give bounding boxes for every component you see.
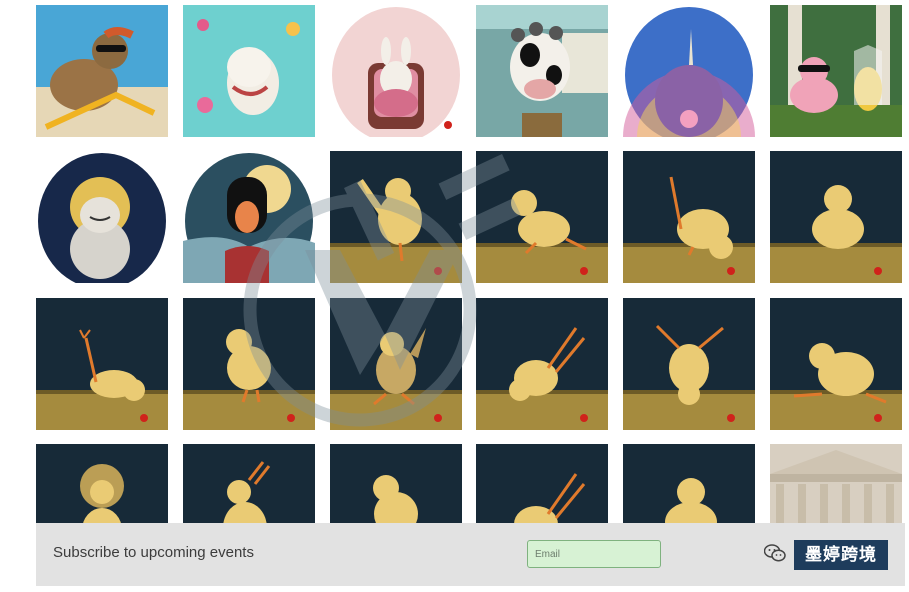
artwork-image	[623, 5, 755, 137]
artwork-image	[183, 151, 315, 283]
brand-badge: 墨婷跨境	[794, 540, 888, 570]
artwork-image	[770, 298, 902, 430]
subscribe-label: Subscribe to upcoming events	[53, 544, 254, 561]
artwork-image	[476, 151, 608, 283]
artwork-image	[330, 298, 462, 430]
artwork-image	[476, 5, 608, 137]
gallery-tile-cow-curlers[interactable]	[476, 5, 608, 137]
gallery-tile-chick-pose-3[interactable]	[623, 151, 755, 283]
image-gallery	[0, 0, 909, 592]
gallery-tile-duck-girl-moon[interactable]	[183, 151, 315, 283]
gallery-tile-chick-pose-5[interactable]	[36, 298, 168, 430]
artwork-image	[36, 5, 168, 137]
artwork-image	[330, 5, 462, 137]
gallery-tile-chick-pose-10[interactable]	[770, 298, 902, 430]
gallery-tile-chick-pose-6[interactable]	[183, 298, 315, 430]
subscribe-bar: Subscribe to upcoming events 墨婷跨境	[36, 523, 905, 586]
artwork-image	[770, 5, 902, 137]
artwork-image	[183, 5, 315, 137]
gallery-tile-seal-halo[interactable]	[36, 151, 168, 283]
email-field[interactable]	[527, 540, 661, 568]
gallery-tile-narwhal-rainbow[interactable]	[623, 5, 755, 137]
artwork-image	[36, 298, 168, 430]
gallery-tile-chick-pose-1[interactable]	[330, 151, 462, 283]
gallery-tile-chick-pose-8[interactable]	[476, 298, 608, 430]
wechat-icon	[764, 544, 786, 562]
gallery-tile-chick-pose-7[interactable]	[330, 298, 462, 430]
artwork-image	[623, 151, 755, 283]
artwork-image	[183, 298, 315, 430]
gallery-tile-chick-pose-2[interactable]	[476, 151, 608, 283]
artwork-image	[623, 298, 755, 430]
gallery-tile-seal-sunbathing[interactable]	[36, 5, 168, 137]
gallery-tile-bunny-chair[interactable]	[330, 5, 462, 137]
gallery-tile-pig-and-chick[interactable]	[770, 5, 902, 137]
gallery-tile-chick-pose-4[interactable]	[770, 151, 902, 283]
artwork-image	[36, 151, 168, 283]
gallery-tile-chick-pose-9[interactable]	[623, 298, 755, 430]
artwork-image	[476, 298, 608, 430]
gallery-tile-goat-candy[interactable]	[183, 5, 315, 137]
artwork-image	[770, 151, 902, 283]
artwork-image	[330, 151, 462, 283]
